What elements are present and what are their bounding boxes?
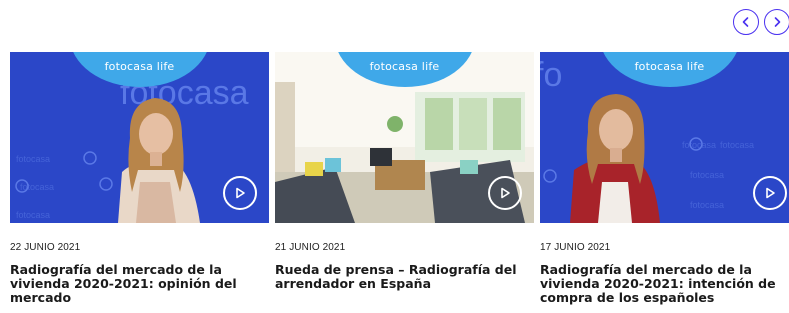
svg-text:fotocasa: fotocasa (690, 200, 724, 210)
svg-text:fotocasa: fotocasa (16, 210, 50, 220)
svg-text:fotocasa: fotocasa (16, 154, 50, 164)
play-button[interactable] (488, 176, 522, 210)
video-thumbnail[interactable]: fotocasa fotocasa fotocasa fotocasa foto… (10, 52, 269, 223)
svg-text:fotocasa: fotocasa (720, 140, 754, 150)
video-card[interactable]: fo fotocasa fotocasa fotocasa fotocasa f… (540, 52, 789, 305)
video-date: 22 JUNIO 2021 (10, 242, 81, 253)
play-icon (766, 187, 775, 199)
carousel-next-button[interactable] (764, 9, 789, 35)
video-title[interactable]: Radiografía del mercado de la vivienda 2… (540, 263, 789, 305)
svg-text:fo: fo (540, 56, 562, 94)
video-date: 17 JUNIO 2021 (540, 242, 611, 253)
play-button[interactable] (753, 176, 787, 210)
carousel-prev-button[interactable] (733, 9, 759, 35)
video-thumbnail[interactable]: fotocasa life (275, 52, 534, 223)
video-title[interactable]: Radiografía del mercado de la vivienda 2… (10, 263, 260, 305)
play-icon (501, 187, 510, 199)
chevron-right-icon (774, 17, 781, 27)
video-card[interactable]: fotocasa life 21 JUNIO 2021 Rueda de pre… (275, 52, 534, 291)
video-card[interactable]: fotocasa fotocasa fotocasa fotocasa foto… (10, 52, 269, 305)
play-button[interactable] (223, 176, 257, 210)
video-date: 21 JUNIO 2021 (275, 242, 346, 253)
chevron-left-icon (742, 17, 749, 27)
carousel-nav (733, 9, 789, 35)
video-title[interactable]: Rueda de prensa – Radiografía del arrend… (275, 263, 525, 291)
play-icon (236, 187, 245, 199)
video-thumbnail[interactable]: fo fotocasa fotocasa fotocasa fotocasa f… (540, 52, 789, 223)
svg-text:fotocasa: fotocasa (690, 170, 724, 180)
